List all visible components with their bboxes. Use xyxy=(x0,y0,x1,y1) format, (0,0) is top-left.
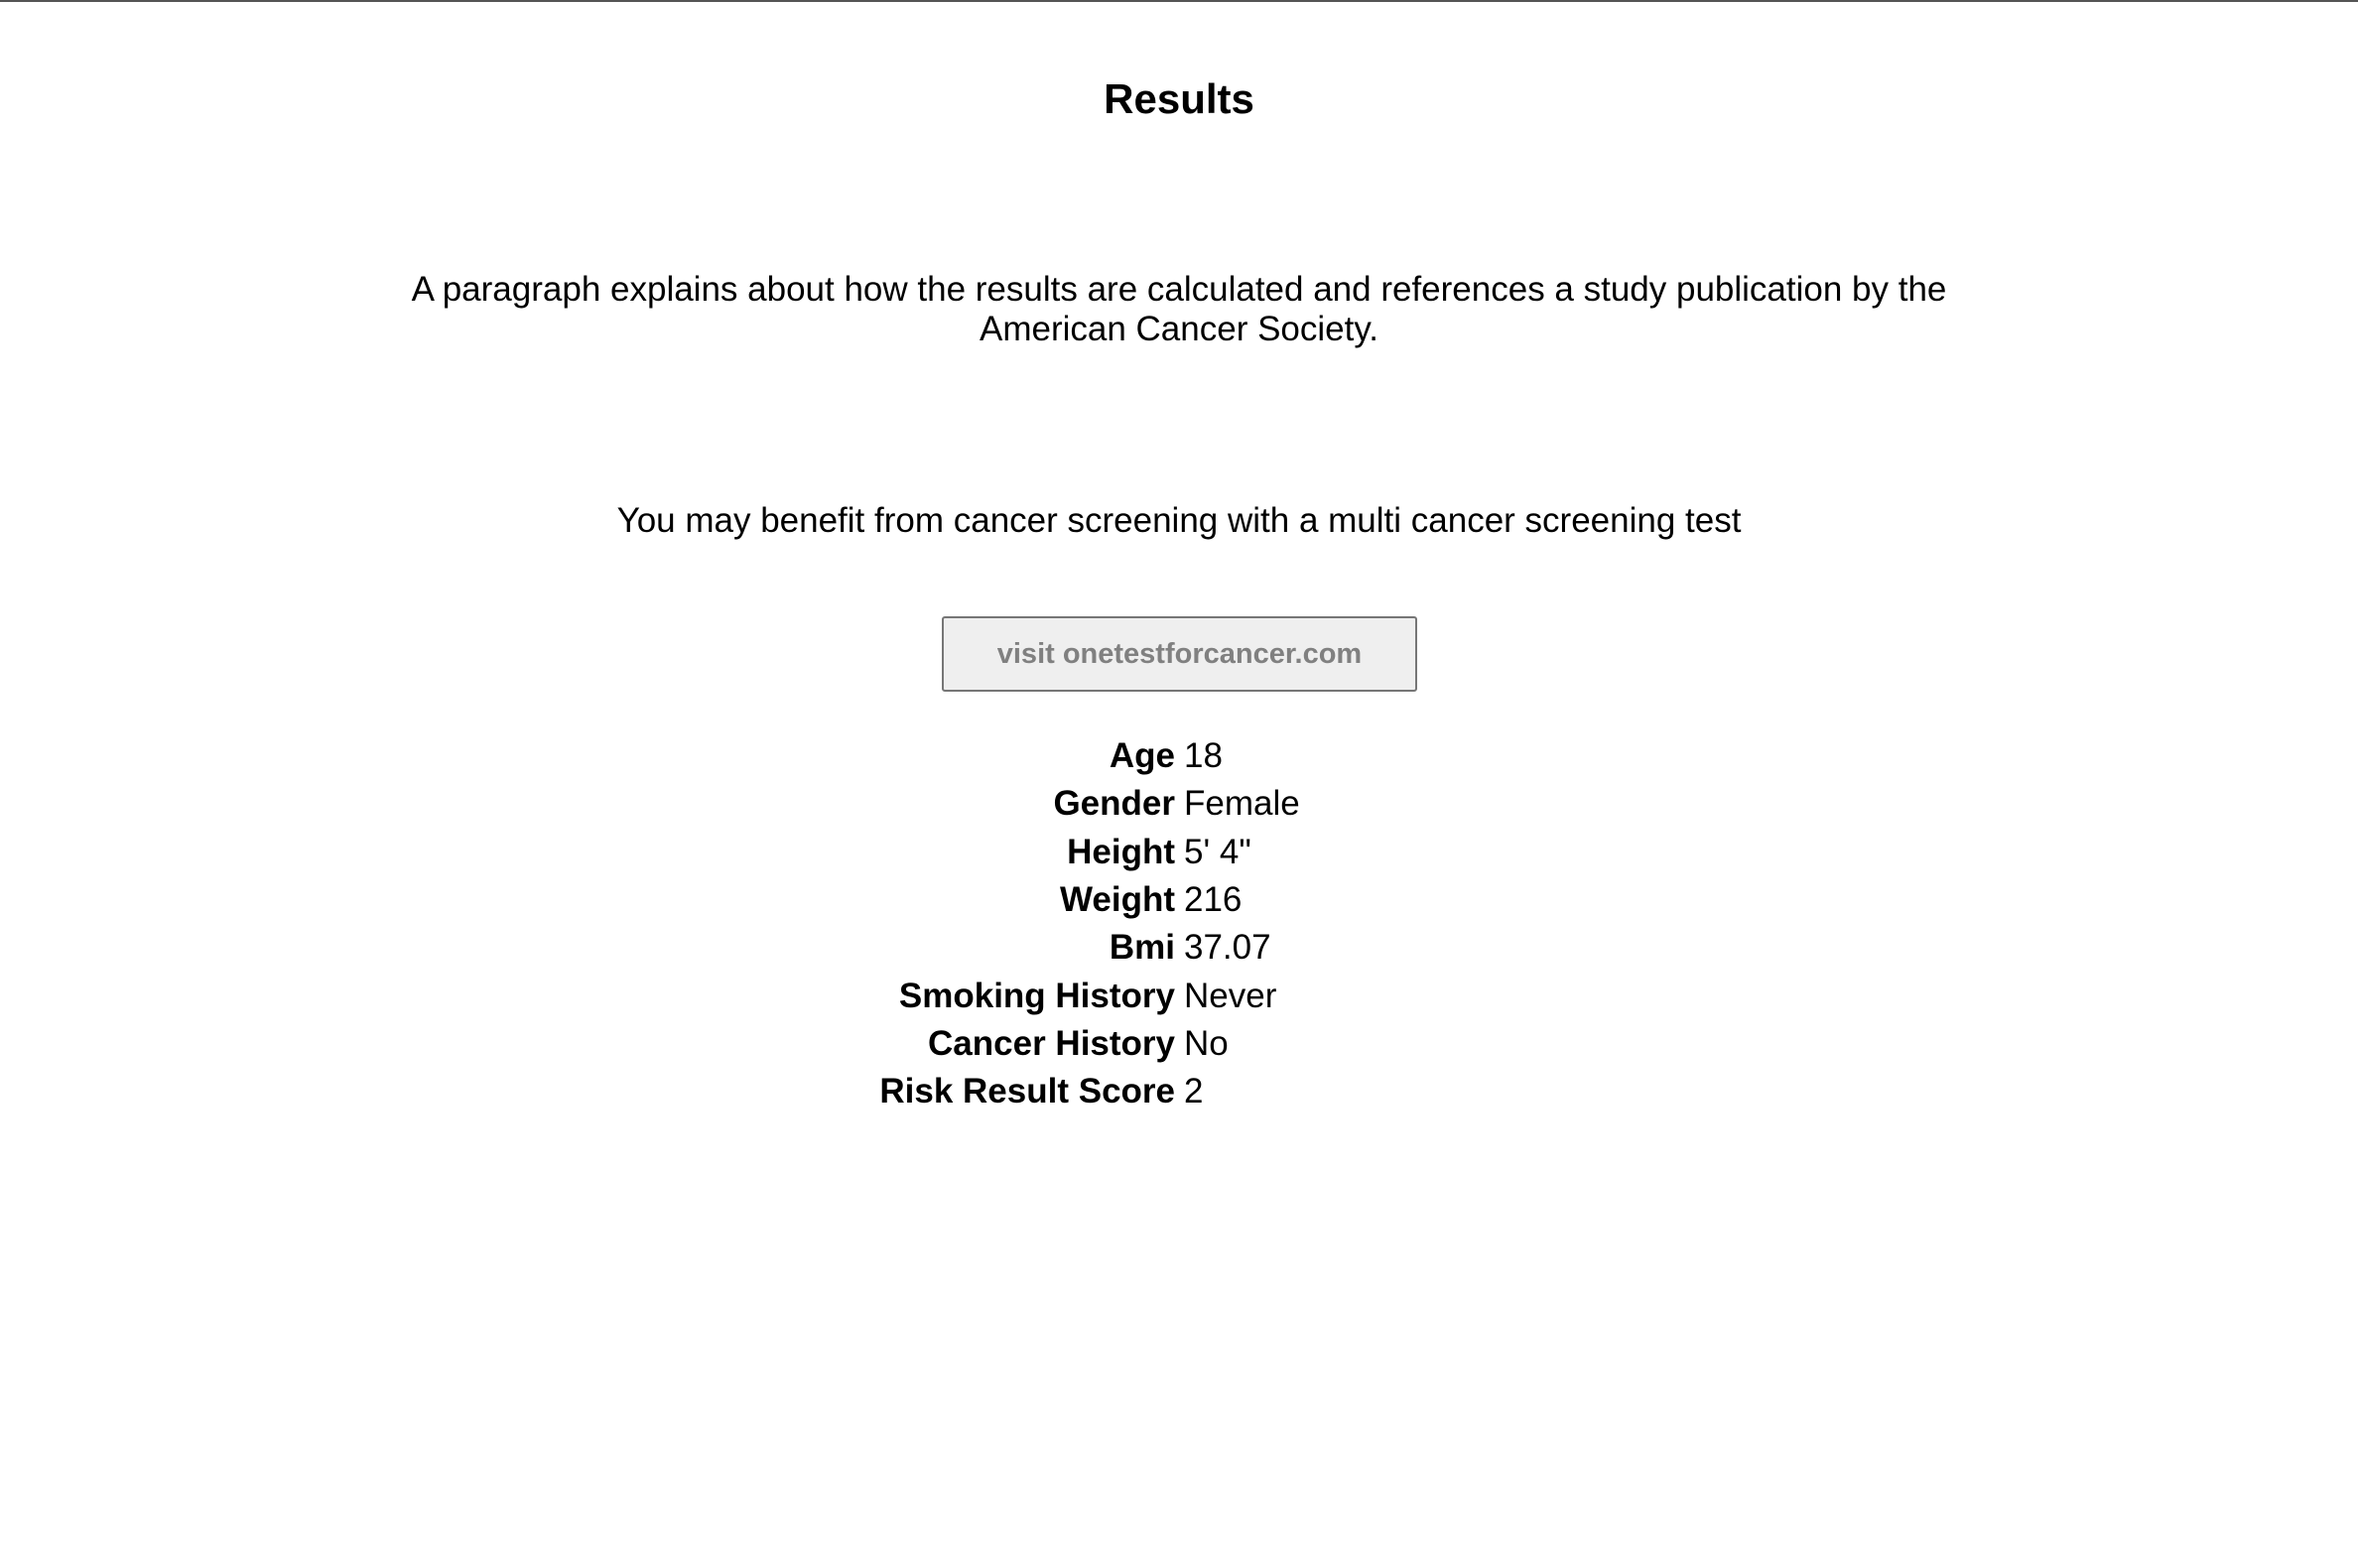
detail-label: Weight xyxy=(1059,880,1175,920)
page-title: Results xyxy=(1104,75,1254,122)
detail-row-gender: Gender Female xyxy=(0,780,2358,828)
visit-website-button[interactable]: visit onetestforcancer.com xyxy=(942,616,1417,692)
detail-value: No xyxy=(1184,1023,1229,1063)
detail-row-smoking-history: Smoking History Never xyxy=(0,972,2358,1019)
detail-row-risk-result-score: Risk Result Score 2 xyxy=(0,1068,2358,1115)
detail-row-height: Height 5' 4" xyxy=(0,829,2358,876)
detail-value: Female xyxy=(1184,784,1300,824)
detail-row-age: Age 18 xyxy=(0,732,2358,780)
explanation-paragraph: A paragraph explains about how the resul… xyxy=(411,270,1947,348)
results-page: Results A paragraph explains about how t… xyxy=(0,0,2358,1568)
detail-value: Never xyxy=(1184,976,1277,1015)
detail-row-bmi: Bmi 37.07 xyxy=(0,924,2358,972)
detail-label: Height xyxy=(1067,832,1175,871)
detail-label: Gender xyxy=(1053,784,1175,824)
results-details-list: Age 18 Gender Female Height 5' 4" Weight… xyxy=(0,732,2358,1115)
detail-row-cancer-history: Cancer History No xyxy=(0,1020,2358,1068)
detail-value: 2 xyxy=(1184,1072,1204,1111)
detail-value: 18 xyxy=(1184,736,1223,776)
detail-label: Cancer History xyxy=(928,1023,1175,1063)
detail-row-weight: Weight 216 xyxy=(0,876,2358,924)
detail-label: Age xyxy=(1109,736,1175,776)
detail-value: 5' 4" xyxy=(1184,832,1251,871)
detail-label: Risk Result Score xyxy=(879,1072,1175,1111)
detail-label: Smoking History xyxy=(898,976,1175,1015)
detail-value: 216 xyxy=(1184,880,1243,920)
detail-label: Bmi xyxy=(1109,928,1175,968)
detail-value: 37.07 xyxy=(1184,928,1271,968)
recommendation-text: You may benefit from cancer screening wi… xyxy=(616,501,1742,540)
